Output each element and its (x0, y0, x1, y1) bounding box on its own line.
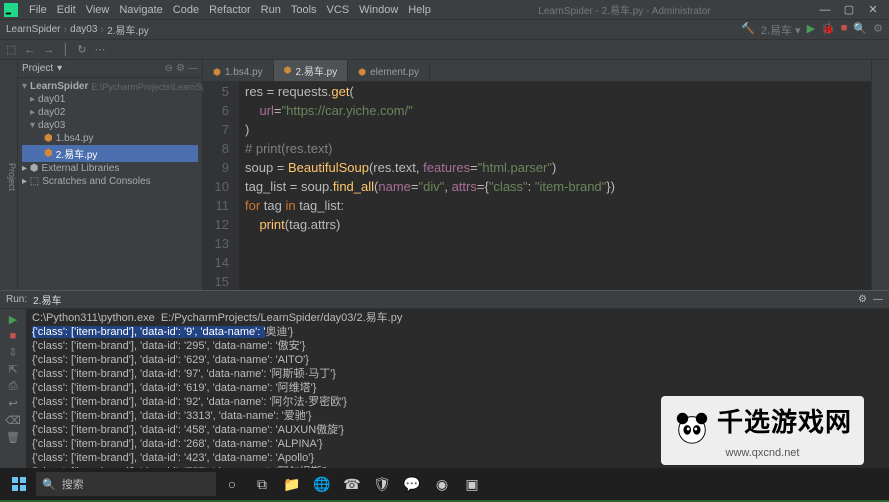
menu-view[interactable]: View (81, 4, 115, 16)
menu-vcs[interactable]: VCS (322, 4, 355, 16)
maximize-button[interactable]: ▢ (837, 3, 861, 16)
project-tree[interactable]: LearnSpider E:\PycharmProjects\LearnSpid… (18, 78, 202, 190)
tree-root[interactable]: LearnSpider E:\PycharmProjects\LearnSpid… (22, 80, 198, 93)
toolbar-more[interactable]: ⋯ (95, 43, 106, 56)
panda-icon (673, 409, 711, 447)
menu-refactor[interactable]: Refactor (204, 4, 256, 16)
run-hide-icon[interactable]: — (873, 294, 883, 305)
menubar: File Edit View Navigate Code Refactor Ru… (0, 0, 889, 20)
tab-element[interactable]: ⬢element.py (348, 64, 430, 81)
menu-help[interactable]: Help (403, 4, 436, 16)
toolbar-fwd[interactable]: → (43, 44, 54, 56)
menu-navigate[interactable]: Navigate (114, 4, 167, 16)
build-icon[interactable]: 🔨 (741, 22, 755, 38)
task-edge[interactable]: 🌐 (308, 470, 336, 498)
toolbar-nav[interactable]: ⬚ (6, 43, 16, 56)
hide-icon[interactable]: — (188, 63, 198, 74)
left-rail[interactable]: Project (0, 60, 18, 290)
print-icon[interactable]: ⎙ (9, 380, 18, 393)
task-phone[interactable]: ☎ (338, 470, 366, 498)
menu-code[interactable]: Code (168, 4, 204, 16)
tree-day02[interactable]: day02 (22, 106, 198, 119)
trash-icon[interactable]: 🗑 (6, 431, 20, 444)
project-header: Project ▾ ⊖ ⚙ — (18, 60, 202, 78)
menu-edit[interactable]: Edit (52, 4, 81, 16)
task-explorer[interactable]: 📁 (278, 470, 306, 498)
rerun-icon[interactable]: ▶ (9, 313, 17, 326)
toolbar-sep: │ (62, 44, 69, 56)
code-editor[interactable]: 56789101112131415 res = requests.get( ur… (203, 82, 871, 290)
stop-icon[interactable]: ■ (10, 330, 17, 342)
menu-window[interactable]: Window (354, 4, 403, 16)
watermark: 千选游戏网 www.qxcnd.net (661, 396, 864, 465)
editor: ⬢1.bs4.py ⬢2.易车.py ⬢element.py 567891011… (203, 60, 871, 290)
task-view-icon[interactable]: ⧉ (248, 470, 276, 498)
settings-icon[interactable]: ⚙ (873, 22, 883, 38)
window-title: LearnSpider - 2.易车.py - Administrator (436, 2, 813, 17)
minimize-button[interactable]: — (813, 4, 837, 16)
tab-bs4[interactable]: ⬢1.bs4.py (203, 64, 274, 81)
close-button[interactable]: ✕ (861, 3, 885, 16)
task-huorong[interactable]: 🛡 (368, 470, 396, 498)
run-icon[interactable]: ▶ (807, 22, 815, 38)
gutter: 56789101112131415 (203, 82, 239, 290)
menu-run[interactable]: Run (256, 4, 286, 16)
run-gear-icon[interactable]: ⚙ (858, 294, 867, 305)
project-toolbar: ⬚ ← → │ ↻ ⋯ (0, 40, 889, 60)
tree-ext-libs[interactable]: ▸ ⬢ External Libraries (22, 162, 198, 175)
gear-icon[interactable]: ⚙ (176, 63, 185, 74)
stop-icon[interactable]: ■ (841, 22, 848, 38)
tree-scratches[interactable]: ▸ ⬚ Scratches and Consoles (22, 175, 198, 188)
tree-file-bs4[interactable]: ⬢ 1.bs4.py (22, 132, 198, 145)
run-label: Run: (6, 294, 27, 305)
search-icon[interactable]: 🔍 (853, 22, 867, 38)
task-chrome[interactable]: ◉ (428, 470, 456, 498)
editor-tabs: ⬢1.bs4.py ⬢2.易车.py ⬢element.py (203, 60, 871, 82)
windows-taskbar: 🔍搜索 ○ ⧉ 📁 🌐 ☎ 🛡 💬 ◉ ▣ (0, 468, 889, 500)
task-cortana[interactable]: ○ (218, 470, 246, 498)
toolbar-back[interactable]: ← (24, 44, 35, 56)
run-config-name[interactable]: 2.易车 (33, 292, 61, 307)
crumb-folder[interactable]: day03 (70, 24, 97, 35)
down-icon[interactable]: ⇩ (8, 346, 17, 359)
run-config[interactable]: 2.易车 ▾ (761, 22, 801, 38)
search-icon: 🔍 (42, 478, 56, 491)
taskbar-search[interactable]: 🔍搜索 (36, 472, 216, 496)
menu-file[interactable]: File (24, 4, 52, 16)
main-area: Project Project ▾ ⊖ ⚙ — LearnSpider E:\P… (0, 60, 889, 290)
crumb-root[interactable]: LearnSpider (6, 24, 60, 35)
clear-icon[interactable]: ⌫ (5, 414, 21, 427)
right-rail[interactable] (871, 60, 889, 290)
project-panel: Project ▾ ⊖ ⚙ — LearnSpider E:\PycharmPr… (18, 60, 203, 290)
crumb-file[interactable]: 2.易车.py (107, 22, 149, 37)
menu-tools[interactable]: Tools (286, 4, 322, 16)
run-toolbar: ▶ ■ ⇩ ⇱ ⎙ ↩ ⌫ 🗑 (0, 309, 26, 470)
wrap-icon[interactable]: ↩ (8, 397, 17, 410)
task-pycharm[interactable]: ▣ (458, 470, 486, 498)
task-wechat[interactable]: 💬 (398, 470, 426, 498)
project-label: Project (22, 63, 53, 74)
export-icon[interactable]: ⇱ (8, 363, 17, 376)
tab-yiche[interactable]: ⬢2.易车.py (274, 60, 349, 81)
tree-file-yiche[interactable]: ⬢ 2.易车.py (22, 145, 198, 162)
tree-day03[interactable]: day03 (22, 119, 198, 132)
tree-day01[interactable]: day01 (22, 93, 198, 106)
run-header: Run: 2.易车 ⚙ — (0, 291, 889, 309)
breadcrumb-bar: LearnSpider › day03 › 2.易车.py 🔨 2.易车 ▾ ▶… (0, 20, 889, 40)
toolbar-reload[interactable]: ↻ (77, 43, 86, 56)
debug-icon[interactable]: 🐞 (821, 22, 835, 38)
collapse-icon[interactable]: ⊖ (165, 63, 173, 74)
pycharm-logo (4, 3, 18, 17)
code-lines[interactable]: res = requests.get( url="https://car.yic… (239, 82, 871, 290)
start-button[interactable] (4, 469, 34, 499)
